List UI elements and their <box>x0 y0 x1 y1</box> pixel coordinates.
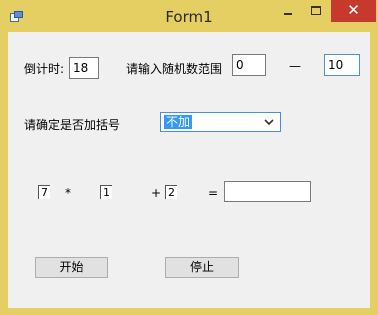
bracket-label: 请确定是否加括号 <box>24 118 121 132</box>
app-window: Form1 ✕ 倒计时: 18 请输入随机数范围 0 — 10 请确定是否加括号… <box>0 0 378 315</box>
minimize-icon <box>284 13 292 15</box>
maximize-button[interactable] <box>305 0 327 22</box>
range-separator: — <box>289 59 301 73</box>
operand-b-box: 1 <box>100 185 112 199</box>
range-max-textbox[interactable]: 10 <box>324 54 360 76</box>
close-icon: ✕ <box>347 1 360 19</box>
operator-2: + <box>151 186 162 200</box>
bracket-combobox[interactable]: 不加 <box>160 112 281 132</box>
range-min-textbox[interactable]: 0 <box>232 54 266 76</box>
bracket-selected-value: 不加 <box>164 115 193 129</box>
countdown-label: 倒计时: <box>24 62 65 76</box>
equals-sign: = <box>208 186 219 200</box>
start-button[interactable]: 开始 <box>35 257 108 278</box>
minimize-button[interactable] <box>279 0 299 22</box>
title-bar[interactable]: Form1 ✕ <box>0 0 378 32</box>
operator-1: * <box>65 186 71 200</box>
form-client-area: 倒计时: 18 请输入随机数范围 0 — 10 请确定是否加括号 不加 7 * … <box>8 32 370 308</box>
answer-textbox[interactable] <box>224 181 311 202</box>
stop-button[interactable]: 停止 <box>165 257 239 278</box>
countdown-textbox[interactable]: 18 <box>69 57 99 79</box>
maximize-icon <box>311 6 321 15</box>
operand-a-box: 7 <box>38 185 50 199</box>
range-label: 请输入随机数范围 <box>126 62 223 76</box>
close-button[interactable]: ✕ <box>331 0 376 22</box>
operand-c-box: 2 <box>165 185 177 199</box>
chevron-down-icon <box>264 119 274 126</box>
